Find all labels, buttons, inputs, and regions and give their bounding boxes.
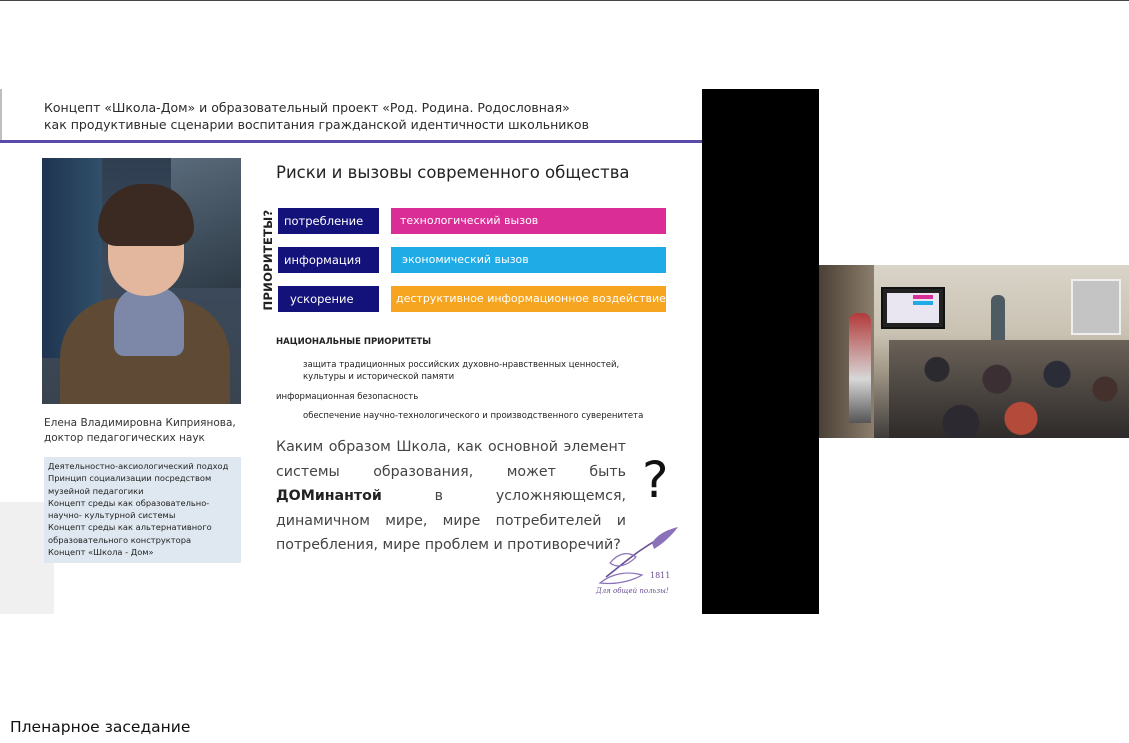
question-bold-word: ДОМинантой xyxy=(276,488,382,504)
logo-year: 1811 xyxy=(650,571,670,580)
row-right-economic-challenge: экономический вызов xyxy=(391,247,666,273)
presentation-slide: Концепт «Школа-Дом» и образовательный пр… xyxy=(0,89,702,614)
concept-line: Концепт «Школа - Дом» xyxy=(48,547,154,558)
logo-motto: Для общей пользы! xyxy=(595,587,669,595)
camera-wall-picture xyxy=(1071,279,1121,335)
speaker-name: Елена Владимировна Киприянова, xyxy=(44,417,236,429)
np-line-culture: культуры и исторической памяти xyxy=(303,372,455,382)
speaker-degree: доктор педагогических наук xyxy=(44,432,205,444)
title-left-rule xyxy=(0,89,2,143)
question-paragraph: Каким образом Школа, как основной элемен… xyxy=(276,435,626,558)
camera-speaker-figure xyxy=(991,295,1005,343)
speaker-photo xyxy=(42,158,241,404)
slide-title: Концепт «Школа-Дом» и образовательный пр… xyxy=(44,99,664,133)
camera-projection-screen xyxy=(881,287,945,329)
concept-line: Деятельностно-аксиологический подход xyxy=(48,461,229,471)
session-caption: Пленарное заседание xyxy=(10,718,191,736)
question-part-1: Каким образом Школа, как основной элемен… xyxy=(276,439,626,480)
concept-line: Концепт среды как альтернативного xyxy=(48,522,212,533)
concept-line: образовательного конструктора xyxy=(48,534,192,545)
question-mark: ? xyxy=(642,451,669,509)
camera-standing-person xyxy=(849,313,871,423)
concept-line: музейной педагогики xyxy=(48,485,144,496)
title-rule xyxy=(0,140,702,143)
photo-collar xyxy=(114,286,184,356)
np-line-sovereignty: обеспечение научно-технологического и пр… xyxy=(303,411,644,421)
row-right-tech-challenge: технологический вызов xyxy=(391,208,666,234)
np-line-infosec: информационная безопасность xyxy=(276,392,419,402)
quill-logo-icon: 1811 Для общей пользы! xyxy=(595,527,678,595)
concepts-box: Деятельностно-аксиологический подход При… xyxy=(44,457,241,563)
concept-line: научно- культурной системы xyxy=(48,510,176,521)
slide-title-line-1: Концепт «Школа-Дом» и образовательный пр… xyxy=(44,100,570,115)
conference-camera-feed xyxy=(819,265,1129,438)
top-divider xyxy=(0,0,1129,1)
np-line-values: защита традиционных российских духовно-н… xyxy=(303,360,620,370)
speaker-caption: Елена Владимировна Киприянова, доктор пе… xyxy=(44,416,254,446)
row-left-acceleration: ускорение xyxy=(278,286,379,312)
concept-line: Принцип социализации посредством xyxy=(48,473,212,484)
concept-line: Концепт среды как образовательно- xyxy=(48,497,210,508)
camera-audience xyxy=(889,340,1129,438)
camera-screen-bar-pink xyxy=(913,295,933,299)
camera-screen-bar-cyan xyxy=(913,301,933,305)
priorities-vertical-label: ПРИОРИТЕТЫ? xyxy=(261,209,275,311)
slide-title-line-2: как продуктивные сценарии воспитания гра… xyxy=(44,117,589,132)
row-right-destructive-impact: деструктивное информационное воздействие xyxy=(391,286,666,312)
black-letterbox xyxy=(702,89,819,614)
row-left-consumption: потребление xyxy=(278,208,379,234)
national-priorities-heading: НАЦИОНАЛЬНЫЕ ПРИОРИТЕТЫ xyxy=(276,337,432,347)
risks-heading: Риски и вызовы современного общества xyxy=(276,163,630,182)
row-left-information: информация xyxy=(278,247,379,273)
